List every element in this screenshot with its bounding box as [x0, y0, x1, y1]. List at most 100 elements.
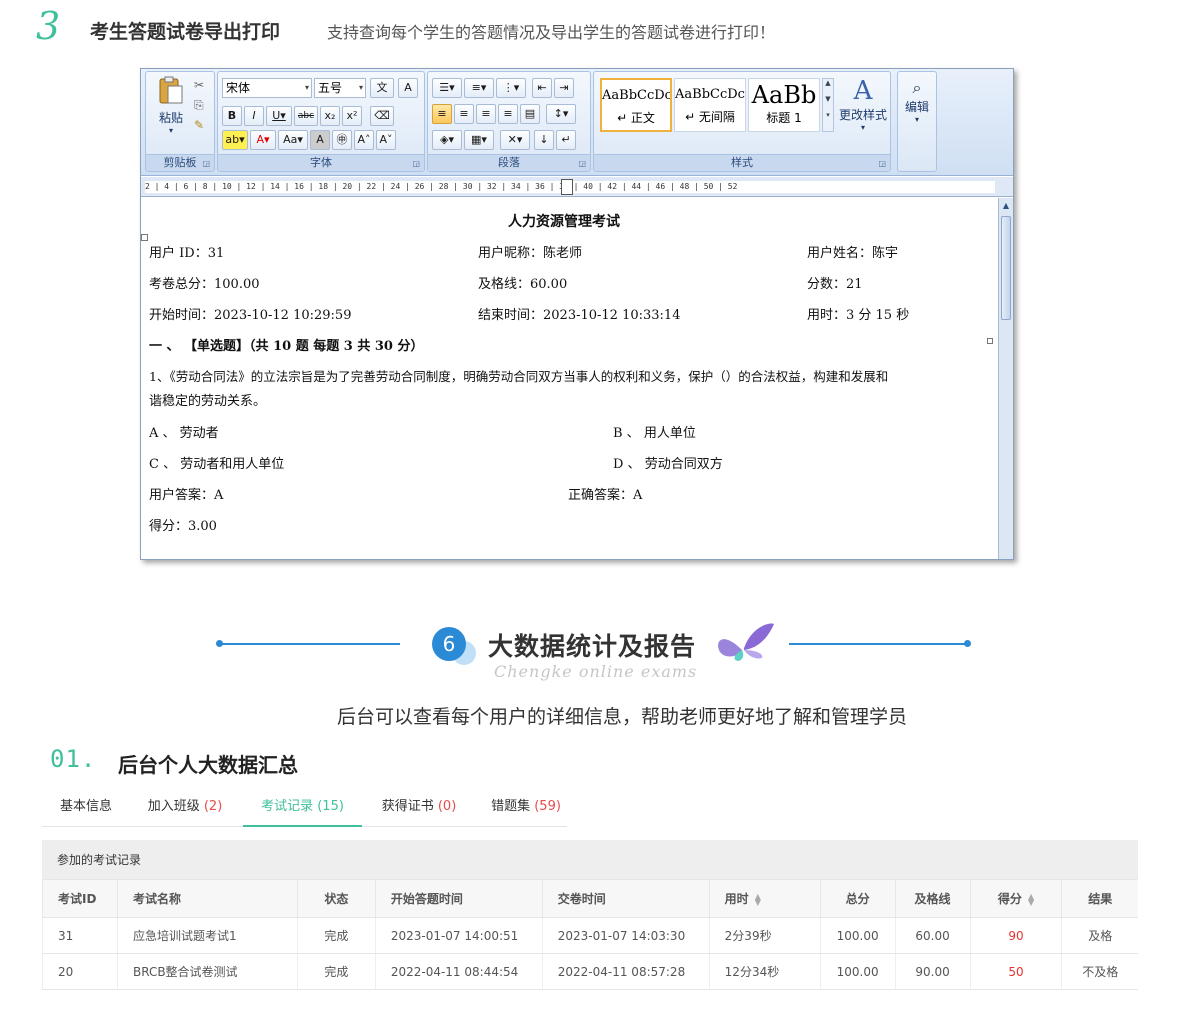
sort-icon[interactable]: ▲ ▼: [755, 892, 761, 906]
change-case-icon[interactable]: Aa▾: [278, 130, 308, 150]
section-heading: 一 、 【单选题】（共 10 题 每题 3 共 30 分）: [149, 339, 424, 354]
butterfly-icon: [718, 623, 774, 661]
grow-font-icon[interactable]: A˄: [354, 130, 374, 150]
sort-icon[interactable]: ▲ ▼: [1028, 892, 1034, 906]
subscript-icon[interactable]: x₂: [320, 106, 340, 126]
shading-icon[interactable]: ◈▾: [432, 130, 462, 150]
styles-label: 样式: [594, 154, 890, 171]
style-normal[interactable]: AaBbCcDc ↵ 正文: [600, 78, 672, 132]
styles-scroll[interactable]: ▲ ▼ ▾: [822, 78, 834, 132]
column-header: 用时: [724, 892, 749, 906]
decrease-indent-icon[interactable]: ⇤: [532, 78, 552, 98]
font-name-value: 宋体: [226, 81, 251, 95]
tab-exam-records[interactable]: 考试记录 (15): [243, 792, 362, 827]
tab-basic-info[interactable]: 基本信息: [42, 792, 130, 827]
char-border-icon[interactable]: A: [398, 78, 418, 98]
scroll-up-icon[interactable]: ▲: [999, 198, 1013, 214]
change-styles-button[interactable]: A 更改样式 ▾: [838, 76, 888, 132]
scroll-thumb[interactable]: [1001, 216, 1011, 320]
column-header-sortable[interactable]: 得分 ▲ ▼: [969, 879, 1062, 918]
cell-submit-time: 2022-04-11 08:57:28: [541, 953, 710, 990]
launcher-icon[interactable]: ◲: [878, 159, 886, 168]
superscript-icon[interactable]: x²: [342, 106, 362, 126]
cell-start-time: 2022-04-11 08:44:54: [374, 953, 543, 990]
show-marks-icon[interactable]: ↵: [556, 130, 576, 150]
align-center-icon[interactable]: ≡: [454, 104, 474, 124]
duration: 用时：3 分 15 秒: [807, 308, 910, 323]
cell-exam-id: 20: [42, 953, 118, 990]
enclose-char-icon[interactable]: ㊥: [332, 130, 352, 150]
tab-certificates[interactable]: 获得证书 (0): [362, 792, 476, 827]
launcher-icon[interactable]: ◲: [412, 159, 420, 168]
multilevel-list-icon[interactable]: ⋮▾: [496, 78, 526, 98]
line-spacing-icon[interactable]: ↕▾: [546, 104, 576, 124]
borders-icon[interactable]: ▦▾: [464, 130, 494, 150]
increase-indent-icon[interactable]: ⇥: [554, 78, 574, 98]
bullets-icon[interactable]: ☰▾: [432, 78, 462, 98]
vertical-scrollbar[interactable]: ▲: [998, 198, 1013, 559]
table-row[interactable]: 31 应急培训试题考试1 完成 2023-01-07 14:00:51 2023…: [42, 917, 1138, 954]
format-painter-icon[interactable]: ✎: [194, 118, 204, 132]
char-shading-icon[interactable]: A: [310, 130, 330, 150]
tab-wrong-questions[interactable]: 错题集 (59): [476, 792, 576, 827]
style-name: 标题 1: [766, 111, 802, 125]
end-time: 结束时间：2023-10-12 10:33:14: [478, 308, 681, 323]
table-row[interactable]: 20 BRCB整合试卷测试 完成 2022-04-11 08:44:54 202…: [42, 953, 1138, 990]
change-styles-icon: A: [853, 76, 873, 106]
find-button[interactable]: ⌕ 编辑 ▾: [900, 78, 934, 124]
ribbon: 粘贴 ▾ ✂ ⎘ ✎ 剪贴板 ◲ 宋体 ▾ 五号 ▾ 文 A B I U▾ abc …: [141, 69, 1013, 176]
align-left-icon[interactable]: ≡: [432, 104, 452, 124]
styles-group: AaBbCcDc ↵ 正文 AaBbCcDc ↵ 无间隔 AaBb 标题 1 ▲…: [593, 71, 891, 172]
bold-icon[interactable]: B: [222, 106, 242, 126]
justify-icon[interactable]: ≡: [498, 104, 518, 124]
cell-start-time: 2023-01-07 14:00:51: [374, 917, 543, 954]
copy-icon[interactable]: ⎘: [194, 98, 204, 113]
distributed-icon[interactable]: ▤: [520, 104, 540, 124]
user-realname: 用户姓名：陈宇: [807, 246, 899, 261]
style-sample: AaBb: [751, 81, 817, 109]
font-color-icon[interactable]: A▾: [250, 130, 276, 150]
chinese-layout-icon[interactable]: ✕▾: [500, 130, 530, 150]
user-answer: 用户答案：A: [149, 488, 224, 503]
question-score: 得分：3.00: [149, 519, 217, 534]
highlight-icon[interactable]: ab▾: [222, 130, 248, 150]
tab-classes[interactable]: 加入班级 (2): [130, 792, 240, 827]
underline-icon[interactable]: U▾: [266, 106, 292, 126]
column-header: 交卷时间: [541, 879, 710, 918]
align-right-icon[interactable]: ≡: [476, 104, 496, 124]
column-header-sortable[interactable]: 用时 ▲ ▼: [708, 879, 821, 918]
table-resize-icon: [987, 338, 993, 344]
option-d: D 、 劳动合同双方: [613, 457, 723, 472]
style-no-spacing[interactable]: AaBbCcDc ↵ 无间隔: [674, 78, 746, 132]
cell-pass-line: 90.00: [894, 953, 971, 990]
table-anchor-icon: [141, 234, 148, 241]
numbering-icon[interactable]: ≡▾: [464, 78, 494, 98]
launcher-icon[interactable]: ◲: [578, 159, 586, 168]
style-name: ↵ 无间隔: [685, 110, 735, 124]
strikethrough-icon[interactable]: abc: [294, 106, 318, 126]
section-title: 考生答题试卷导出打印: [90, 21, 281, 43]
start-time: 开始时间：2023-10-12 10:29:59: [149, 308, 352, 323]
indent-marker[interactable]: [561, 179, 573, 195]
table-header-row: 考试ID 考试名称 状态 开始答题时间 交卷时间 用时 ▲ ▼ 总分 及格线 得分 ▲…: [42, 879, 1138, 918]
tab-count: (59): [534, 799, 561, 814]
font-name-select[interactable]: 宋体 ▾: [222, 78, 312, 98]
clear-format-icon[interactable]: ⌫: [370, 106, 394, 126]
cell-result: 及格: [1061, 917, 1138, 954]
paste-button[interactable]: 粘贴 ▾: [154, 76, 188, 135]
phonetic-guide-icon[interactable]: 文: [370, 78, 394, 98]
cut-icon[interactable]: ✂: [194, 78, 204, 92]
shrink-font-icon[interactable]: A˅: [376, 130, 396, 150]
sort-icon[interactable]: ↓: [534, 130, 554, 150]
font-size-value: 五号: [318, 81, 343, 95]
style-heading-1[interactable]: AaBb 标题 1: [748, 78, 820, 132]
cell-result: 不及格: [1061, 953, 1138, 990]
launcher-icon[interactable]: ◲: [202, 159, 210, 168]
cell-score: 90: [969, 917, 1062, 954]
column-header: 考试名称: [116, 879, 298, 918]
font-size-select[interactable]: 五号 ▾: [314, 78, 366, 98]
italic-icon[interactable]: I: [244, 106, 264, 126]
cell-status: 完成: [296, 917, 376, 954]
exam-title: 人力资源管理考试: [508, 214, 620, 230]
style-sample: AaBbCcDc: [602, 88, 670, 103]
